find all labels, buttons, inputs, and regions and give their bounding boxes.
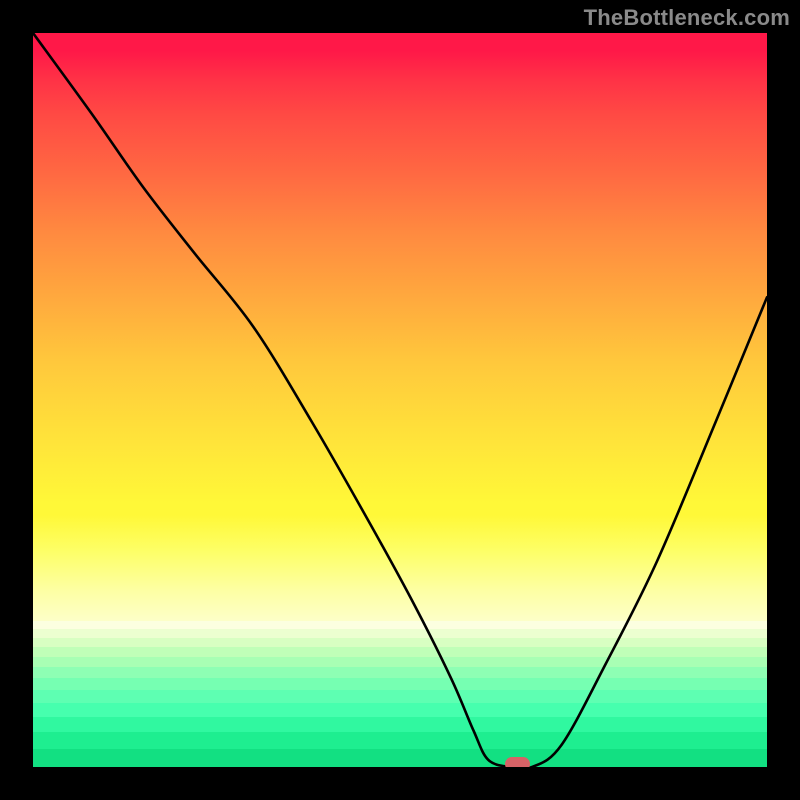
bottleneck-curve: [33, 33, 767, 767]
plot-area: [33, 33, 767, 767]
optimum-marker: [505, 757, 530, 767]
chart-frame: TheBottleneck.com: [0, 0, 800, 800]
watermark-text: TheBottleneck.com: [584, 5, 790, 31]
